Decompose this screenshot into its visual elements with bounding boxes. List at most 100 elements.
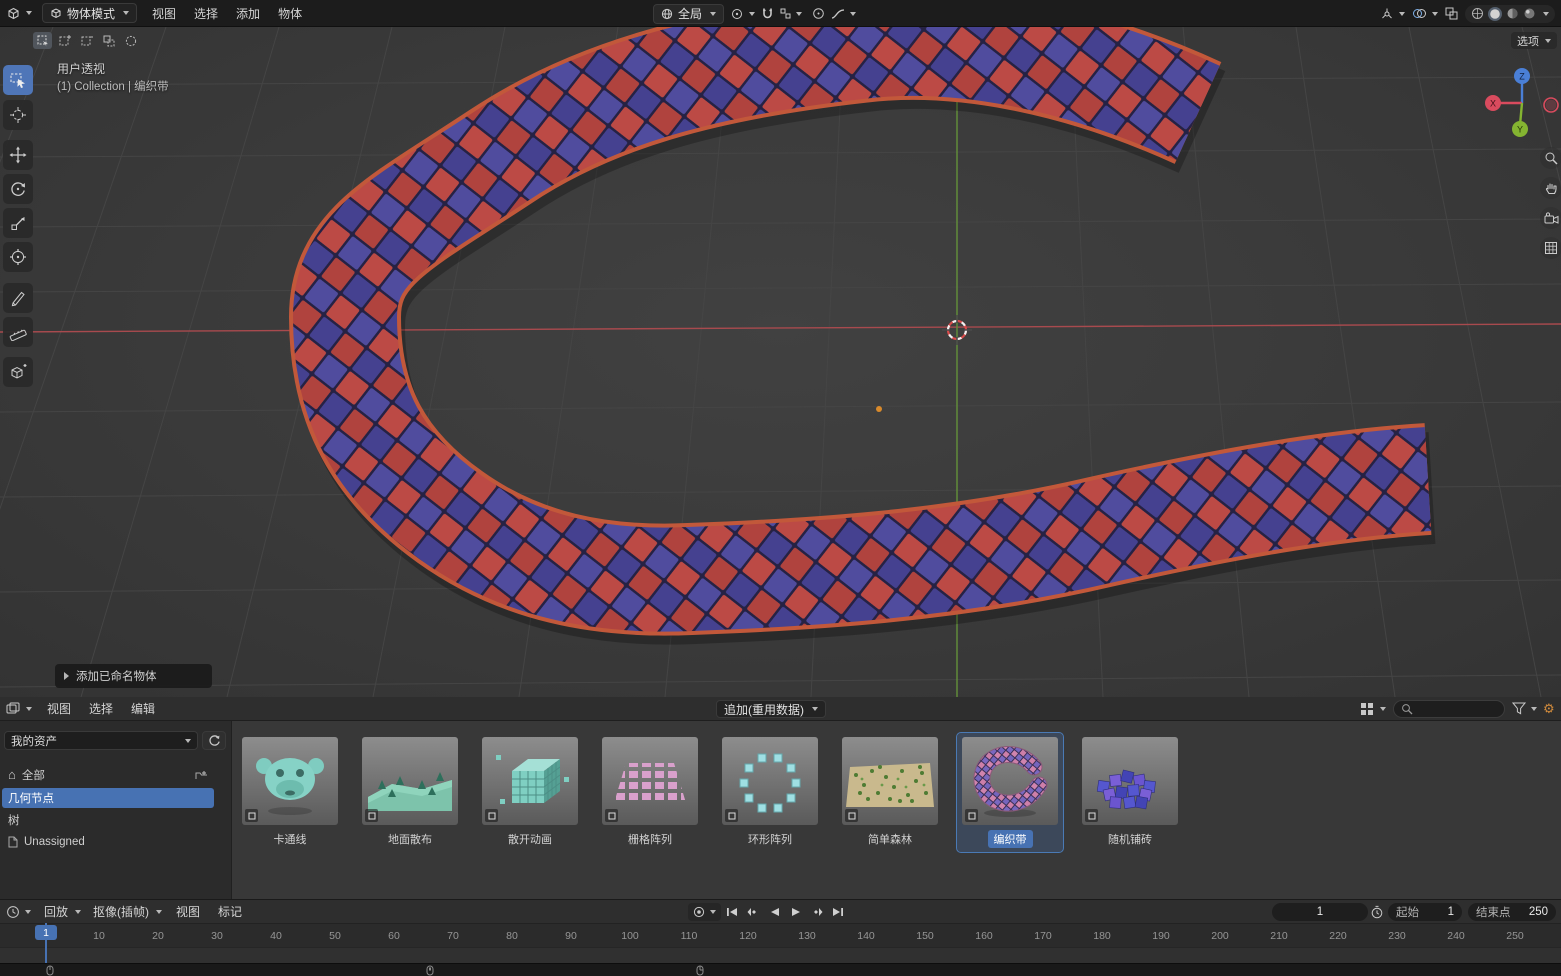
preview-range-toggle[interactable] xyxy=(1370,905,1384,919)
menu-view[interactable]: 视图 xyxy=(143,5,185,22)
menu-select[interactable]: 选择 xyxy=(185,5,227,22)
select-mode-intersect-button[interactable] xyxy=(121,32,140,49)
catalog-tree[interactable]: 树 xyxy=(2,810,214,830)
shading-material-icon[interactable] xyxy=(1506,7,1519,20)
tool-measure[interactable] xyxy=(3,317,33,347)
snap-target-dropdown[interactable] xyxy=(780,8,803,19)
jump-to-end-button[interactable] xyxy=(828,903,847,921)
snap-toggle[interactable] xyxy=(761,7,774,21)
select-mode-set-button[interactable] xyxy=(33,32,52,49)
mode-dropdown[interactable]: 物体模式 xyxy=(42,3,138,23)
tool-add-primitive[interactable] xyxy=(3,357,33,387)
record-button[interactable] xyxy=(688,903,721,921)
current-frame-field[interactable]: 1 xyxy=(1272,903,1368,921)
keying-popover[interactable]: 抠像(插帧) xyxy=(86,903,167,920)
catalog-unassigned[interactable]: Unassigned xyxy=(2,832,214,852)
asset-item-braided-band[interactable]: 编织带 xyxy=(956,732,1064,853)
frame-start-value: 1 xyxy=(1447,906,1454,918)
mouse-left-hint-icon xyxy=(46,965,54,976)
asset-search-input[interactable] xyxy=(1393,700,1505,718)
play-button[interactable] xyxy=(786,903,805,921)
tool-move[interactable] xyxy=(3,140,33,170)
catalog-all[interactable]: ⌂ 全部 xyxy=(2,765,214,785)
tool-cursor[interactable] xyxy=(3,100,33,130)
asset-item-simple-forest[interactable]: 简单森林 xyxy=(837,733,943,852)
xray-toggle[interactable] xyxy=(1445,7,1458,20)
select-mode-subtract-button[interactable] xyxy=(77,32,96,49)
options-button[interactable]: 选项 xyxy=(1511,32,1557,49)
asset-item-scatter-anim[interactable]: 散开动画 xyxy=(477,733,583,852)
playhead-label[interactable]: 1 xyxy=(35,925,57,940)
shading-solid-active[interactable] xyxy=(1488,6,1502,21)
snap-increment-icon xyxy=(780,8,791,19)
next-keyframe-button[interactable] xyxy=(807,903,826,921)
asset-thumbnail xyxy=(1082,737,1178,825)
asset-item-grid-array[interactable]: 栅格阵列 xyxy=(597,733,703,852)
asset-item-cartoon-line[interactable]: 卡通线 xyxy=(237,733,343,852)
asset-menu-select[interactable]: 选择 xyxy=(80,700,122,717)
tool-select-box[interactable] xyxy=(3,65,33,95)
shading-wireframe-icon[interactable] xyxy=(1471,7,1484,20)
frame-end-field[interactable]: 结束点 250 xyxy=(1468,903,1556,921)
pan-hand-button[interactable] xyxy=(1540,177,1561,199)
viewport-header: 物体模式 视图 选择 添加 物体 全局 xyxy=(0,0,1561,27)
tool-annotate[interactable] xyxy=(3,283,33,313)
gizmo-y-label: Y xyxy=(1517,125,1523,135)
jump-to-start-button[interactable] xyxy=(723,903,742,921)
show-gizmo-dropdown[interactable] xyxy=(1380,7,1405,21)
toggle-ortho-button[interactable] xyxy=(1540,237,1561,259)
play-reverse-button[interactable] xyxy=(765,903,784,921)
asset-menu-view[interactable]: 视图 xyxy=(38,700,80,717)
tool-transform[interactable] xyxy=(3,242,33,272)
viewport-canvas[interactable]: 用户透视 (1) Collection | 编织带 选项 Z X Y 添加已命名… xyxy=(0,27,1561,697)
globe-icon xyxy=(661,8,673,20)
navigation-gizmo[interactable]: Z X Y xyxy=(1484,63,1560,139)
file-icon xyxy=(8,836,18,848)
proportional-editing-toggle[interactable] xyxy=(812,7,825,20)
editor-type-button[interactable] xyxy=(0,6,38,20)
asset-editor-type-button[interactable] xyxy=(0,702,38,715)
timeline-ruler[interactable]: 10 20 30 40 50 60 70 80 90 100 110 120 1… xyxy=(0,923,1561,947)
refresh-library-button[interactable] xyxy=(202,731,226,750)
timeline-menu-view[interactable]: 视图 xyxy=(167,903,209,920)
filter-dropdown[interactable] xyxy=(1512,702,1537,715)
operator-panel-collapsed[interactable]: 添加已命名物体 xyxy=(55,664,212,688)
shading-rendered-icon[interactable] xyxy=(1523,7,1536,20)
asset-type-badge xyxy=(245,809,258,822)
select-mode-extend-button[interactable] xyxy=(55,32,74,49)
transform-orientation-dropdown[interactable]: 全局 xyxy=(653,3,725,24)
timeline-editor-type-button[interactable] xyxy=(0,905,37,919)
ruler-tick: 110 xyxy=(680,930,698,942)
asset-settings-button[interactable]: ⚙ xyxy=(1543,701,1555,717)
proportional-falloff-dropdown[interactable] xyxy=(831,8,857,20)
chevron-down-icon xyxy=(710,910,716,914)
frame-start-field[interactable]: 起始 1 xyxy=(1388,903,1462,921)
braided-band-object[interactable] xyxy=(288,27,1436,645)
tool-scale[interactable] xyxy=(3,208,33,238)
asset-item-random-tiles[interactable]: 随机铺砖 xyxy=(1077,733,1183,852)
menu-object[interactable]: 物体 xyxy=(269,5,311,22)
chevron-down-icon xyxy=(1399,11,1405,16)
zoom-button[interactable] xyxy=(1540,147,1561,169)
select-mode-invert-button[interactable] xyxy=(99,32,118,49)
menu-add[interactable]: 添加 xyxy=(227,5,269,22)
asset-item-ground-scatter[interactable]: 地面散布 xyxy=(357,733,463,852)
playback-popover[interactable]: 回放 xyxy=(37,903,86,920)
asset-menu-edit[interactable]: 编辑 xyxy=(122,700,164,717)
show-overlays-dropdown[interactable] xyxy=(1412,7,1438,20)
new-catalog-icon[interactable] xyxy=(195,770,208,781)
asset-item-ring-array[interactable]: 环形阵列 xyxy=(717,733,823,852)
pivot-point-dropdown[interactable] xyxy=(730,7,756,21)
asset-source-dropdown[interactable]: 我的资产 xyxy=(4,731,198,750)
ruler-tick: 20 xyxy=(152,930,164,942)
timeline-menu-marker[interactable]: 标记 xyxy=(209,903,251,920)
import-method-dropdown[interactable]: 追加(重用数据) xyxy=(716,700,826,718)
camera-view-button[interactable] xyxy=(1540,207,1561,229)
catalog-geometry-nodes[interactable]: 几何节点 xyxy=(2,788,214,808)
xray-icon xyxy=(1445,7,1458,20)
asset-label: 随机铺砖 xyxy=(1108,834,1152,846)
prev-keyframe-button[interactable] xyxy=(744,903,763,921)
display-settings-dropdown[interactable] xyxy=(1360,702,1386,716)
timeline-track[interactable] xyxy=(0,947,1561,963)
tool-rotate[interactable] xyxy=(3,174,33,204)
